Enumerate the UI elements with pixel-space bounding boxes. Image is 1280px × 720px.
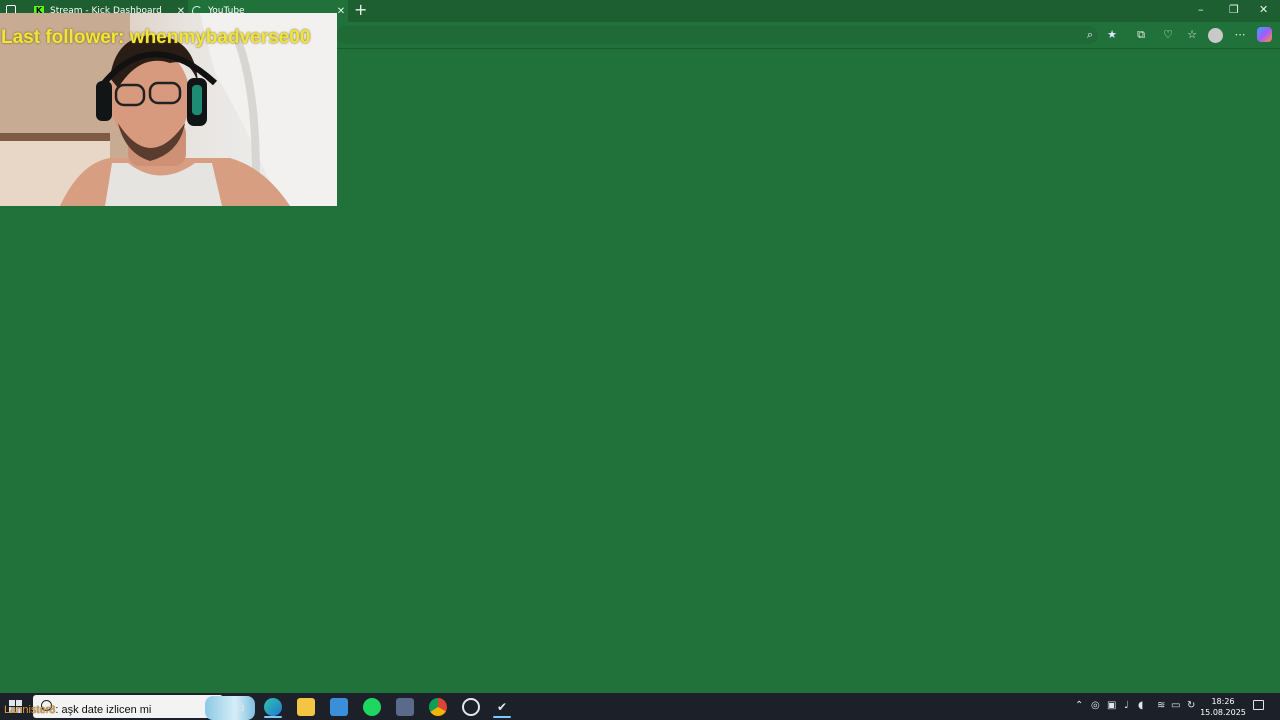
steam-icon[interactable]: ✔ [493, 698, 511, 716]
display-icon[interactable]: ▣ [1107, 700, 1116, 711]
copilot-icon[interactable] [1257, 27, 1272, 42]
chat-text: : aşk date izlicen mi [55, 704, 152, 716]
vpn-icon[interactable]: ◎ [1091, 700, 1100, 711]
chat-message: Lannister8: aşk date izlicen mi [4, 704, 151, 716]
notification-icon[interactable] [1253, 700, 1264, 710]
mic-icon[interactable]: ♩ [1124, 700, 1129, 711]
profile-avatar[interactable] [1208, 28, 1223, 43]
zoom-icon[interactable]: ⌕ [1082, 27, 1098, 43]
favorites-icon[interactable]: ☆ [1184, 27, 1200, 43]
battery-icon[interactable]: ▭ [1171, 700, 1180, 711]
calculator-icon[interactable] [396, 698, 414, 716]
spotify-icon[interactable] [363, 698, 381, 716]
sync-icon[interactable]: ↻ [1187, 700, 1195, 711]
chrome-icon[interactable] [429, 698, 447, 716]
obs-icon[interactable] [462, 698, 480, 716]
taskbar [0, 693, 1280, 720]
minimize-button[interactable]: – [1198, 3, 1204, 16]
last-follower-label: Last follower: whenmybadverse00 [1, 27, 311, 48]
more-icon[interactable]: ⋯ [1232, 27, 1248, 43]
clock-date: 15.08.2025 [1200, 708, 1246, 717]
chevron-up-icon[interactable]: ⌃ [1075, 700, 1083, 711]
url-input[interactable] [336, 26, 1098, 44]
chat-username: Lannister8 [4, 704, 56, 716]
volume-icon[interactable]: ◖ [1138, 700, 1143, 711]
favorite-star-icon[interactable]: ★ [1104, 27, 1120, 43]
extensions-icon[interactable]: ⧉ [1133, 27, 1149, 43]
clock-time: 18:26 [1211, 697, 1235, 706]
close-window-button[interactable]: ✕ [1259, 3, 1268, 16]
restore-button[interactable]: ❐ [1229, 3, 1239, 16]
task-view-icon[interactable]: ⧉ [231, 698, 249, 716]
file-explorer-icon[interactable] [297, 698, 315, 716]
webcam-overlay: Last follower: whenmybadverse00 [0, 13, 337, 206]
edge-icon[interactable] [264, 698, 282, 716]
mail-icon[interactable] [330, 698, 348, 716]
browser-essentials-icon[interactable]: ♡ [1160, 27, 1176, 43]
system-clock[interactable]: 18:26 15.08.2025 [1200, 696, 1246, 718]
wifi-icon[interactable]: ≋ [1157, 700, 1165, 711]
active-app-indicator-steam [493, 716, 511, 718]
new-tab-button[interactable]: + [354, 1, 367, 19]
active-app-indicator-edge [264, 716, 282, 718]
